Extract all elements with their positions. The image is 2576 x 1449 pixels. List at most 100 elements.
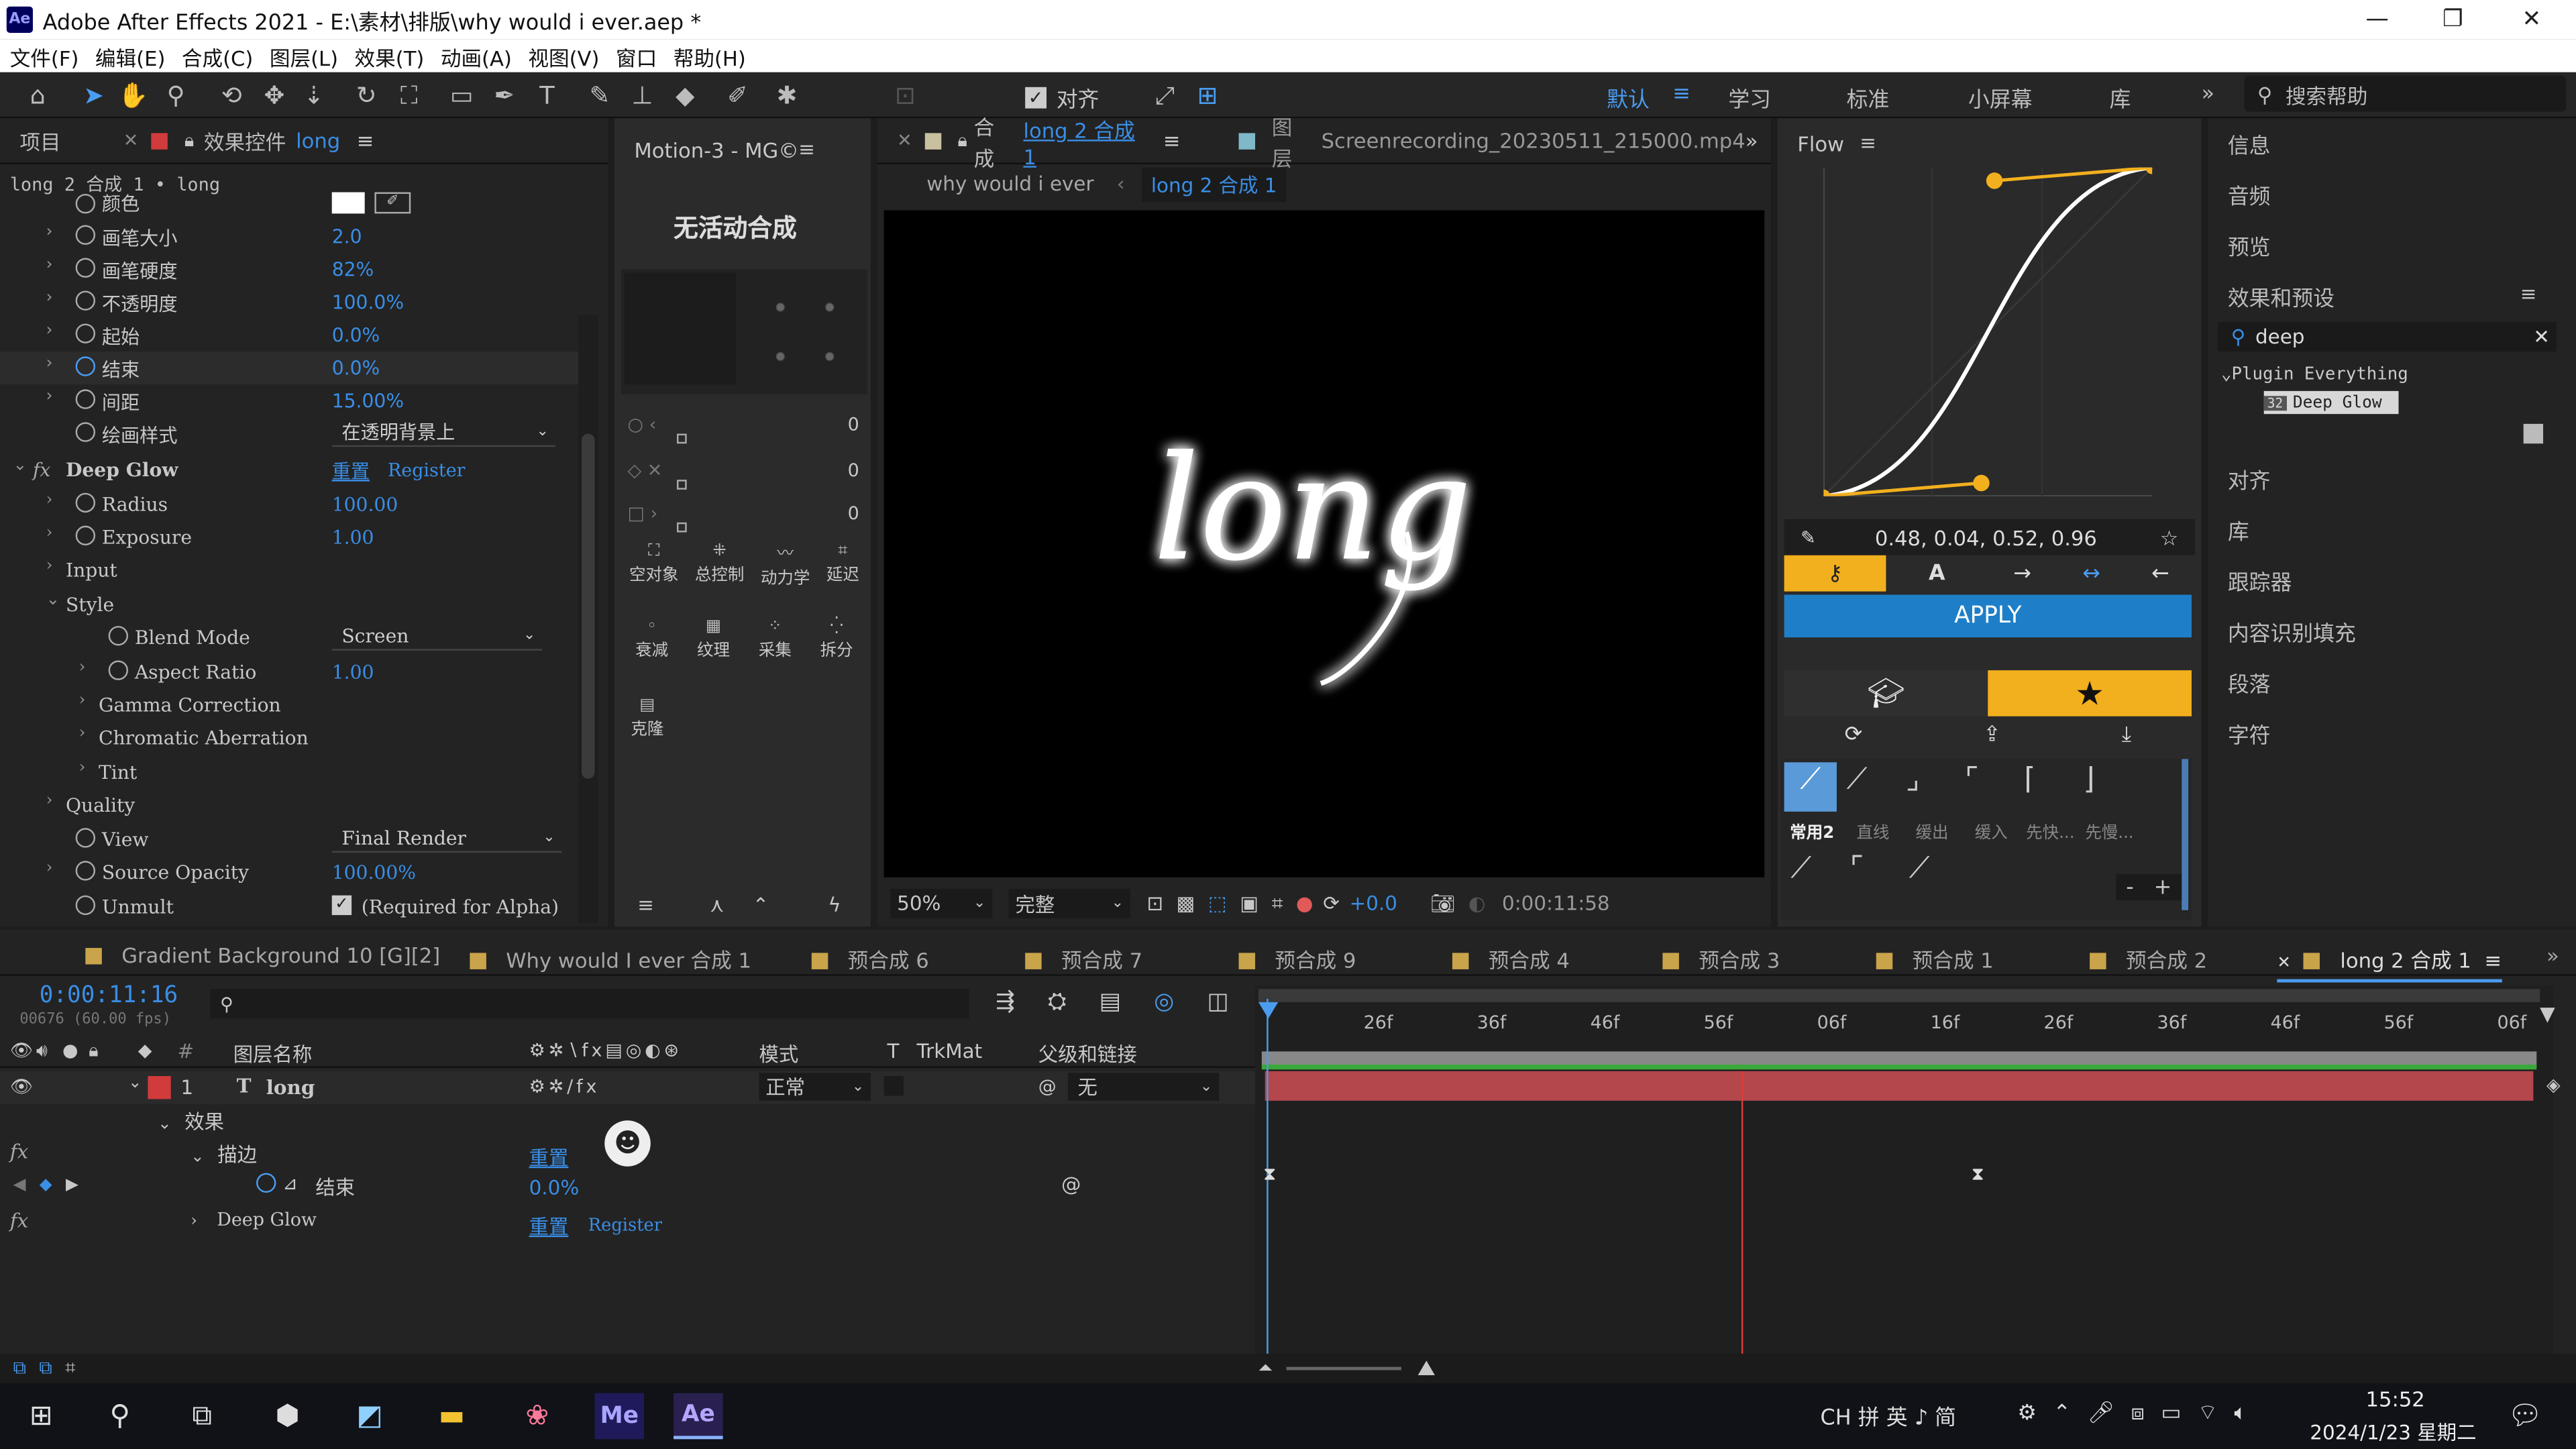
rectangle-tool-icon[interactable]: ▭ xyxy=(443,79,480,112)
prop-unmult[interactable]: Unmult ✓ (Required for Alpha) xyxy=(0,890,578,923)
tree-item-deep-glow[interactable]: 32 Deep Glow xyxy=(2263,390,2399,415)
collect-button[interactable]: ⁘ 采集 xyxy=(759,618,792,661)
tab-overflow-icon[interactable]: » xyxy=(2546,943,2559,968)
col-trkmat[interactable]: TrkMat xyxy=(917,1040,983,1063)
layer-row-long[interactable]: 👁︎ ⌄ 1 T long ⚙✲∕fx 正常 ⌄ @ 无 ⌄ xyxy=(0,1071,1256,1104)
panel-preview[interactable]: 预览 xyxy=(2228,230,2271,262)
workspace-library[interactable]: 库 xyxy=(2110,82,2131,113)
zoom-out-icon[interactable]: ⏶ xyxy=(1258,1357,1273,1380)
slider-handle[interactable] xyxy=(676,433,687,444)
timeline-end-marker-icon[interactable]: ▼ xyxy=(2540,1002,2569,1042)
refresh-icon[interactable]: ⟳ xyxy=(1845,723,1863,748)
deep-glow-reset-link[interactable]: 重置 xyxy=(332,458,370,484)
task-view-icon[interactable]: ⧉ xyxy=(177,1393,226,1440)
workspace-standard[interactable]: 标准 xyxy=(1847,82,1890,113)
notification-icon[interactable]: 💬︎ xyxy=(2500,1393,2549,1440)
group-quality[interactable]: › Quality xyxy=(0,789,578,822)
panel-character[interactable]: 字符 xyxy=(2228,718,2271,749)
apply-button[interactable]: APPLY xyxy=(1784,594,2192,638)
fx-icon[interactable]: fx xyxy=(10,1140,28,1163)
favorites-star-icon[interactable]: ★ xyxy=(1988,670,2192,716)
arrow-expand-icon[interactable]: ⤢ xyxy=(1146,79,1183,112)
timeline-tab[interactable]: 预合成 7 xyxy=(1025,943,1142,975)
snapshot-icon[interactable]: 📷︎ xyxy=(1430,892,1455,915)
master-control-button[interactable]: ⁜ 总控制 xyxy=(695,542,744,585)
preset-thumb-fast[interactable]: ⌈ xyxy=(2024,762,2035,796)
prop-opacity[interactable]: › 不透明度 100.0% xyxy=(0,286,578,319)
lock-icon[interactable]: 🔒︎ xyxy=(957,129,967,152)
pen-tool-icon[interactable]: ✒ xyxy=(486,79,523,112)
workspace-small-screen[interactable]: 小屏幕 xyxy=(1968,82,2033,113)
prop-aspect-ratio[interactable]: › Aspect Ratio 1.00 xyxy=(0,655,578,688)
workspace-default[interactable]: 默认 xyxy=(1607,82,1650,113)
group-gamma-correction[interactable]: › Gamma Correction xyxy=(0,688,578,721)
edit-icon[interactable]: ✎ xyxy=(1801,527,1816,548)
comp-button-icon[interactable]: ◈ xyxy=(2546,1075,2561,1096)
work-area-bar[interactable] xyxy=(1258,989,2540,1002)
file-explorer-icon[interactable]: ▬ xyxy=(427,1393,476,1440)
preset-thumb-ease-out[interactable]: ⌟ xyxy=(1906,762,1920,796)
anchor-grid[interactable] xyxy=(755,282,855,382)
panel-effects-presets[interactable]: 效果和预设 xyxy=(2228,281,2334,313)
mask-visibility-icon[interactable]: ⬚ xyxy=(1208,892,1227,915)
motion-blur-icon[interactable]: ◎ xyxy=(1154,989,1174,1015)
tab-project[interactable]: 项目 xyxy=(19,125,60,156)
app-notes-icon[interactable]: ◩ xyxy=(345,1393,394,1440)
viewer-timecode[interactable]: 0:00:11:58 xyxy=(1502,892,1610,915)
timeline-tab[interactable]: 预合成 9 xyxy=(1238,943,1356,975)
close-button[interactable]: ✕ xyxy=(2494,0,2570,40)
panel-menu-icon[interactable]: ≡ xyxy=(1163,128,1181,153)
close-tab-icon[interactable]: ✕ xyxy=(897,129,912,151)
menu-animation[interactable]: 动画(A) xyxy=(441,40,512,72)
menu-composition[interactable]: 合成(C) xyxy=(182,40,253,72)
battery-icon[interactable]: ▭ xyxy=(2161,1401,2181,1426)
deep-glow-effect[interactable]: › Deep Glow xyxy=(191,1209,317,1230)
graduation-cap-icon[interactable]: 🎓︎ xyxy=(1784,670,1988,716)
preset-thumb[interactable]: ⟋ xyxy=(1790,851,1811,885)
texture-button[interactable]: ▦ 纹理 xyxy=(697,618,730,661)
effects-scrollbar[interactable] xyxy=(578,315,598,924)
menu-window[interactable]: 窗口 xyxy=(616,40,657,72)
guides-icon[interactable]: ⌗ xyxy=(1272,892,1283,916)
delay-button[interactable]: ⌗ 延迟 xyxy=(826,542,859,585)
menu-help[interactable]: 帮助(H) xyxy=(674,40,746,72)
search-help-input[interactable]: ⚲ 搜索帮助 xyxy=(2244,75,2567,112)
timeline-tab[interactable]: Why would I ever 合成 1 xyxy=(470,943,751,975)
input-method-tray[interactable]: CH 拼 英 ♪ 简 xyxy=(1820,1400,1956,1431)
preset-thumb-common[interactable]: ⟋ xyxy=(1784,762,1837,812)
toggle-stretch-icon[interactable]: ⌗ xyxy=(65,1357,75,1380)
preset-thumb-slow[interactable]: ⌋ xyxy=(2083,762,2094,796)
toggle-modes-icon[interactable]: ⧉ xyxy=(39,1357,52,1380)
timeline-tab-active[interactable]: ✕ long 2 合成 1 ≡ xyxy=(2277,943,2502,983)
workspace-learn[interactable]: 学习 xyxy=(1728,82,1771,113)
tree-folder-plugin-everything[interactable]: ⌄Plugin Everything xyxy=(2221,365,2408,384)
minimize-button[interactable]: — xyxy=(2339,0,2415,40)
view-dropdown[interactable]: Final Render ⌄ xyxy=(331,824,562,853)
prop-start[interactable]: › 起始 0.0% xyxy=(0,319,578,352)
effects-group[interactable]: ⌄ 效果 xyxy=(158,1108,224,1136)
bezier-handle-2[interactable] xyxy=(1986,172,2003,189)
prop-view[interactable]: View Final Render ⌄ xyxy=(0,823,578,856)
text-tool-icon[interactable]: T xyxy=(529,79,566,112)
channel-icon[interactable]: ● xyxy=(1296,892,1313,915)
snap-icon[interactable]: ⊡ xyxy=(887,79,923,112)
preset-thumb-ease-in[interactable]: ⌜ xyxy=(1965,762,1979,796)
time-ruler[interactable]: 26f 36f 46f 56f 06f 16f 26f 36f 46f 56f … xyxy=(1255,1002,2553,1051)
selection-tool-icon[interactable]: ➤ xyxy=(76,79,112,112)
microphone-icon[interactable]: 🎤︎ xyxy=(2088,1401,2114,1426)
timeline-tab[interactable]: Gradient Background 10 [G][2] xyxy=(85,943,440,967)
menu-view[interactable]: 视图(V) xyxy=(528,40,599,72)
zoom-in-icon[interactable]: ⛰ xyxy=(1417,1356,1436,1381)
hand-tool-icon[interactable]: ✋ xyxy=(115,79,151,112)
panel-content-aware-fill[interactable]: 内容识别填充 xyxy=(2228,616,2356,647)
favorite-star-icon[interactable]: ☆ xyxy=(2160,525,2178,549)
timeline-tab[interactable]: 预合成 1 xyxy=(1876,943,1994,975)
panel-tracker[interactable]: 跟踪器 xyxy=(2228,565,2292,596)
clock-time[interactable]: 15:52 xyxy=(2366,1387,2425,1411)
workspace-menu-icon[interactable]: ≡ xyxy=(1672,82,1690,107)
scrollbar-thumb[interactable] xyxy=(581,433,595,779)
prev-keyframe-icon[interactable]: ◀ xyxy=(13,1176,26,1194)
chevron-down-icon[interactable]: ⌄ xyxy=(128,1075,142,1093)
layer-mode-dropdown[interactable]: 正常 ⌄ xyxy=(759,1073,871,1101)
timeline-tab[interactable]: 预合成 3 xyxy=(1662,943,1780,975)
